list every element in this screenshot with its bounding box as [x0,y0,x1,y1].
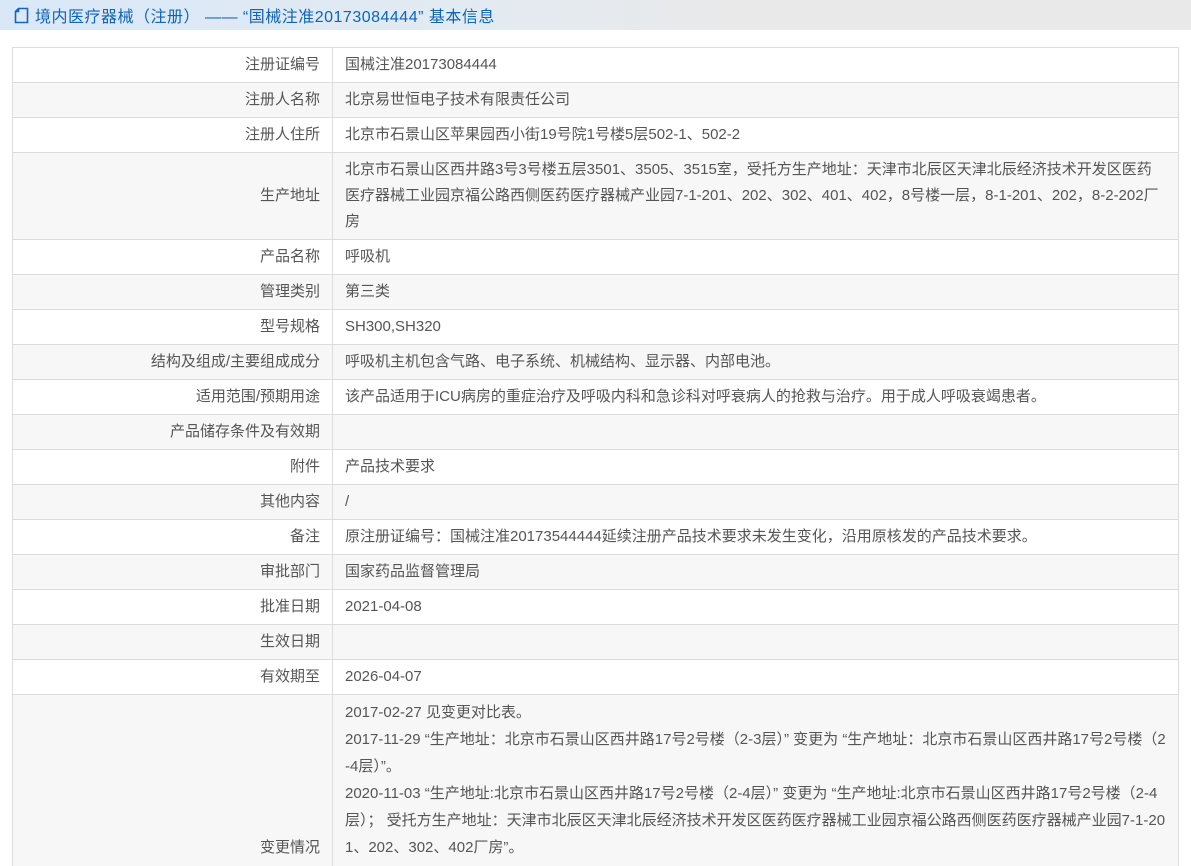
row-label: 注册证编号 [13,48,333,83]
table-row: 注册证编号国械注准20173084444 [13,48,1179,83]
row-label: 注册人名称 [13,83,333,118]
row-label: 其他内容 [13,485,333,520]
table-row: 产品储存条件及有效期 [13,415,1179,450]
table-row: 注册人名称北京易世恒电子技术有限责任公司 [13,83,1179,118]
row-label: 产品名称 [13,240,333,275]
row-value: 呼吸机 [333,240,1179,275]
row-label: 备注 [13,520,333,555]
document-icon [14,7,29,24]
registration-info-table: 注册证编号国械注准20173084444注册人名称北京易世恒电子技术有限责任公司… [12,47,1179,866]
row-value: 该产品适用于ICU病房的重症治疗及呼吸内科和急诊科对呼衰病人的抢救与治疗。用于成… [333,380,1179,415]
row-value: 国家药品监督管理局 [333,555,1179,590]
row-label: 批准日期 [13,590,333,625]
row-label: 附件 [13,450,333,485]
row-label: 审批部门 [13,555,333,590]
row-value: / [333,485,1179,520]
table-row: 审批部门国家药品监督管理局 [13,555,1179,590]
row-value: 国械注准20173084444 [333,48,1179,83]
table-row: 变更情况2017-02-27 见变更对比表。2017-11-29 “生产地址：北… [13,695,1179,866]
table-row: 批准日期2021-04-08 [13,590,1179,625]
change-entry: 2017-11-29 “生产地址：北京市石景山区西井路17号2号楼（2-3层）”… [345,726,1166,780]
row-label: 生产地址 [13,153,333,240]
row-value: 呼吸机主机包含气路、电子系统、机械结构、显示器、内部电池。 [333,345,1179,380]
table-row: 产品名称呼吸机 [13,240,1179,275]
table-row: 生效日期 [13,625,1179,660]
change-entry: 2017-02-27 见变更对比表。 [345,699,1166,726]
row-label: 注册人住所 [13,118,333,153]
row-value: 2026-04-07 [333,660,1179,695]
row-value: 2017-02-27 见变更对比表。2017-11-29 “生产地址：北京市石景… [333,695,1179,866]
row-value: 北京易世恒电子技术有限责任公司 [333,83,1179,118]
table-row: 生产地址北京市石景山区西井路3号3号楼五层3501、3505、3515室，受托方… [13,153,1179,240]
row-value: 2021-04-08 [333,590,1179,625]
table-row: 适用范围/预期用途该产品适用于ICU病房的重症治疗及呼吸内科和急诊科对呼衰病人的… [13,380,1179,415]
table-row: 型号规格SH300,SH320 [13,310,1179,345]
row-label: 生效日期 [13,625,333,660]
table-row: 结构及组成/主要组成成分呼吸机主机包含气路、电子系统、机械结构、显示器、内部电池… [13,345,1179,380]
table-row: 附件产品技术要求 [13,450,1179,485]
row-value: 产品技术要求 [333,450,1179,485]
table-row: 有效期至2026-04-07 [13,660,1179,695]
change-entry: 2020-11-18 “注册人住所：北京市石景山区西井路17号2号楼（2-3层）… [345,861,1166,866]
page-title: 境内医疗器械（注册） —— “国械注准20173084444” 基本信息 [35,3,495,27]
table-row: 其他内容/ [13,485,1179,520]
row-label: 变更情况 [13,695,333,866]
row-value: 北京市石景山区苹果园西小街19号院1号楼5层502-1、502-2 [333,118,1179,153]
change-entry: 2020-11-03 “生产地址:北京市石景山区西井路17号2号楼（2-4层）”… [345,780,1166,861]
info-table-body: 注册证编号国械注准20173084444注册人名称北京易世恒电子技术有限责任公司… [13,48,1179,866]
row-value [333,625,1179,660]
table-row: 注册人住所北京市石景山区苹果园西小街19号院1号楼5层502-1、502-2 [13,118,1179,153]
row-value: SH300,SH320 [333,310,1179,345]
row-label: 管理类别 [13,275,333,310]
row-value [333,415,1179,450]
table-row: 备注原注册证编号：国械注准20173544444延续注册产品技术要求未发生变化，… [13,520,1179,555]
row-value: 原注册证编号：国械注准20173544444延续注册产品技术要求未发生变化，沿用… [333,520,1179,555]
row-label: 有效期至 [13,660,333,695]
row-value: 第三类 [333,275,1179,310]
row-label: 结构及组成/主要组成成分 [13,345,333,380]
page-header: 境内医疗器械（注册） —— “国械注准20173084444” 基本信息 [0,0,1191,30]
row-label: 产品储存条件及有效期 [13,415,333,450]
row-value: 北京市石景山区西井路3号3号楼五层3501、3505、3515室，受托方生产地址… [333,153,1179,240]
row-label: 型号规格 [13,310,333,345]
table-row: 管理类别第三类 [13,275,1179,310]
row-label: 适用范围/预期用途 [13,380,333,415]
